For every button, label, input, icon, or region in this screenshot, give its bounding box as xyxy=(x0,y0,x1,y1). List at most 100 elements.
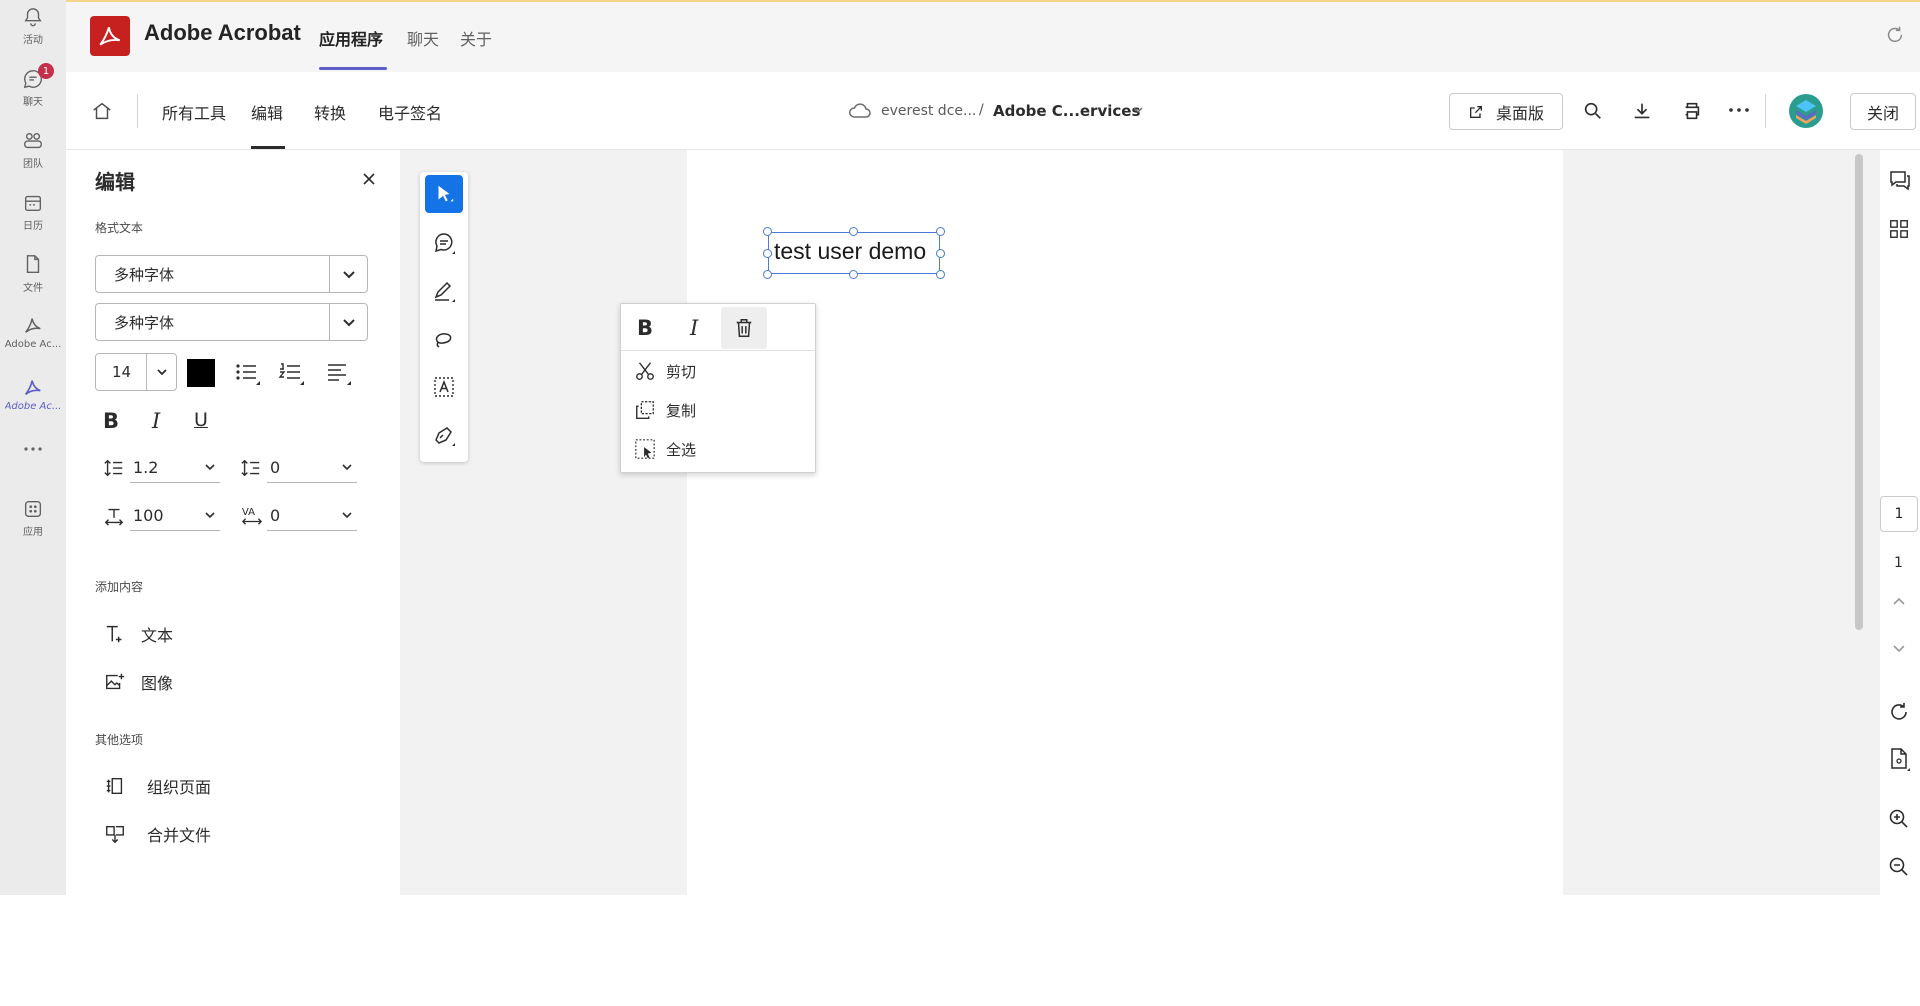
rail-item-apps[interactable]: 应用 xyxy=(0,498,66,538)
resize-handle[interactable] xyxy=(763,249,772,258)
resize-handle[interactable] xyxy=(849,270,858,279)
rail-item-more[interactable] xyxy=(0,444,66,454)
page-tools-button[interactable] xyxy=(1887,746,1911,772)
font-size-dropdown[interactable] xyxy=(146,354,176,390)
tab-e-sign[interactable]: 电子签名 xyxy=(378,100,442,124)
tab-convert[interactable]: 转换 xyxy=(314,100,346,124)
resize-handle[interactable] xyxy=(936,270,945,279)
horizontal-scale-field[interactable]: 100 xyxy=(130,501,220,531)
breadcrumb-location[interactable]: everest dce... xyxy=(881,103,976,119)
rail-item-files[interactable]: 文件 xyxy=(0,252,66,294)
ctx-divider xyxy=(621,350,815,351)
thumbnails-button[interactable] xyxy=(1888,218,1910,240)
resize-handle[interactable] xyxy=(936,249,945,258)
tab-about[interactable]: 关于 xyxy=(460,26,492,50)
comments-panel-button[interactable] xyxy=(1888,168,1912,192)
more-button[interactable] xyxy=(1728,106,1750,114)
font-size-select[interactable]: 14 xyxy=(95,353,177,391)
resize-handle[interactable] xyxy=(849,227,858,236)
add-text-icon xyxy=(106,625,122,643)
font-family-value: 多种字体 xyxy=(114,265,175,284)
line-spacing-icon xyxy=(103,457,125,479)
panel-close-button[interactable] xyxy=(362,172,376,186)
resize-handle[interactable] xyxy=(936,227,945,236)
app-rail: 活动 1 聊天 团队 日历 文件 Adobe Ac... Adobe Ac...… xyxy=(0,0,66,895)
user-avatar[interactable] xyxy=(1789,94,1823,128)
scissors-icon xyxy=(636,362,654,380)
previous-page-button[interactable] xyxy=(1892,596,1906,606)
rail-item-acrobat-1[interactable]: Adobe Ac... xyxy=(0,314,66,350)
paragraph-spacing-field[interactable]: 0 xyxy=(267,453,357,483)
refresh-button[interactable] xyxy=(1884,24,1906,46)
font-style-dropdown[interactable] xyxy=(329,304,367,340)
ctx-italic-button[interactable]: I xyxy=(690,316,698,340)
zoom-in-button[interactable] xyxy=(1887,807,1911,831)
line-spacing-field[interactable]: 1.2 xyxy=(130,453,220,483)
draw-tool[interactable] xyxy=(425,320,463,358)
rail-label: 团队 xyxy=(23,159,43,170)
next-page-button[interactable] xyxy=(1892,644,1906,654)
font-style-value: 多种字体 xyxy=(114,313,175,332)
ctx-delete-button[interactable] xyxy=(721,307,767,349)
acrobat-icon xyxy=(25,318,41,333)
tab-apps[interactable]: 应用程序 xyxy=(319,26,383,50)
desktop-version-button[interactable]: 桌面版 xyxy=(1449,93,1563,130)
vertical-scrollbar[interactable] xyxy=(1855,154,1863,630)
ctx-select-all-item[interactable]: 全选 xyxy=(634,438,696,460)
chevron-up-icon xyxy=(1893,597,1905,605)
font-family-dropdown[interactable] xyxy=(329,256,367,292)
chevron-down-icon xyxy=(1893,645,1905,653)
rail-item-activity[interactable]: 活动 xyxy=(0,6,66,46)
document-menu-button[interactable] xyxy=(1132,106,1144,114)
ctx-copy-item[interactable]: 复制 xyxy=(634,399,696,421)
add-image-button[interactable]: 图像 xyxy=(103,670,173,694)
highlight-tool[interactable] xyxy=(425,272,463,310)
bullet-list-button[interactable] xyxy=(234,361,262,387)
cursor-icon xyxy=(438,185,454,202)
text-align-button[interactable] xyxy=(325,361,353,387)
tab-chat[interactable]: 聊天 xyxy=(407,26,439,50)
font-style-select[interactable]: 多种字体 xyxy=(95,303,368,341)
text-color-swatch[interactable] xyxy=(187,359,215,387)
open-external-icon xyxy=(1469,105,1482,118)
italic-button[interactable]: I xyxy=(152,409,160,433)
rotate-button[interactable] xyxy=(1887,700,1911,724)
tab-edit[interactable]: 编辑 xyxy=(251,100,283,124)
download-button[interactable] xyxy=(1631,100,1653,122)
rail-item-teams[interactable]: 团队 xyxy=(0,130,66,170)
tab-all-tools[interactable]: 所有工具 xyxy=(162,100,226,124)
document-title[interactable]: Adobe C...ervices xyxy=(993,102,1140,120)
ctx-bold-button[interactable]: B xyxy=(637,316,653,340)
teams-icon xyxy=(24,132,42,149)
text-recognition-tool[interactable] xyxy=(425,368,463,406)
numbered-list-button[interactable] xyxy=(278,361,306,387)
select-tool[interactable] xyxy=(425,175,463,213)
bell-icon xyxy=(24,8,42,27)
font-family-select[interactable]: 多种字体 xyxy=(95,255,368,293)
zoom-out-button[interactable] xyxy=(1887,855,1911,879)
rail-item-calendar[interactable]: 日历 xyxy=(0,192,66,232)
home-button[interactable] xyxy=(90,100,114,122)
search-button[interactable] xyxy=(1582,100,1604,122)
add-text-button[interactable]: 文本 xyxy=(103,622,173,646)
text-box-content[interactable]: test user demo xyxy=(774,238,926,265)
current-page-input[interactable]: 1 xyxy=(1880,496,1918,532)
resize-handle[interactable] xyxy=(763,270,772,279)
ctx-cut-item[interactable]: 剪切 xyxy=(634,360,696,382)
underline-button[interactable]: U xyxy=(194,409,208,431)
horizontal-scale-value: 100 xyxy=(133,506,164,525)
refresh-icon xyxy=(1887,26,1903,43)
bold-button[interactable]: B xyxy=(103,409,119,433)
merge-files-button[interactable]: 合并文件 xyxy=(103,822,211,846)
rail-item-acrobat-2[interactable]: Adobe Ac... xyxy=(0,376,66,412)
close-button[interactable]: 关闭 xyxy=(1850,93,1916,130)
sign-tool[interactable] xyxy=(425,416,463,454)
resize-handle[interactable] xyxy=(763,227,772,236)
organize-pages-button[interactable]: 组织页面 xyxy=(103,774,211,798)
comment-tool[interactable] xyxy=(425,224,463,262)
rail-item-chat[interactable]: 1 聊天 xyxy=(0,63,66,108)
char-spacing-field[interactable]: 0 xyxy=(267,501,357,531)
print-button[interactable] xyxy=(1680,100,1704,122)
zoom-out-icon xyxy=(1889,857,1908,876)
search-icon xyxy=(1584,102,1601,119)
